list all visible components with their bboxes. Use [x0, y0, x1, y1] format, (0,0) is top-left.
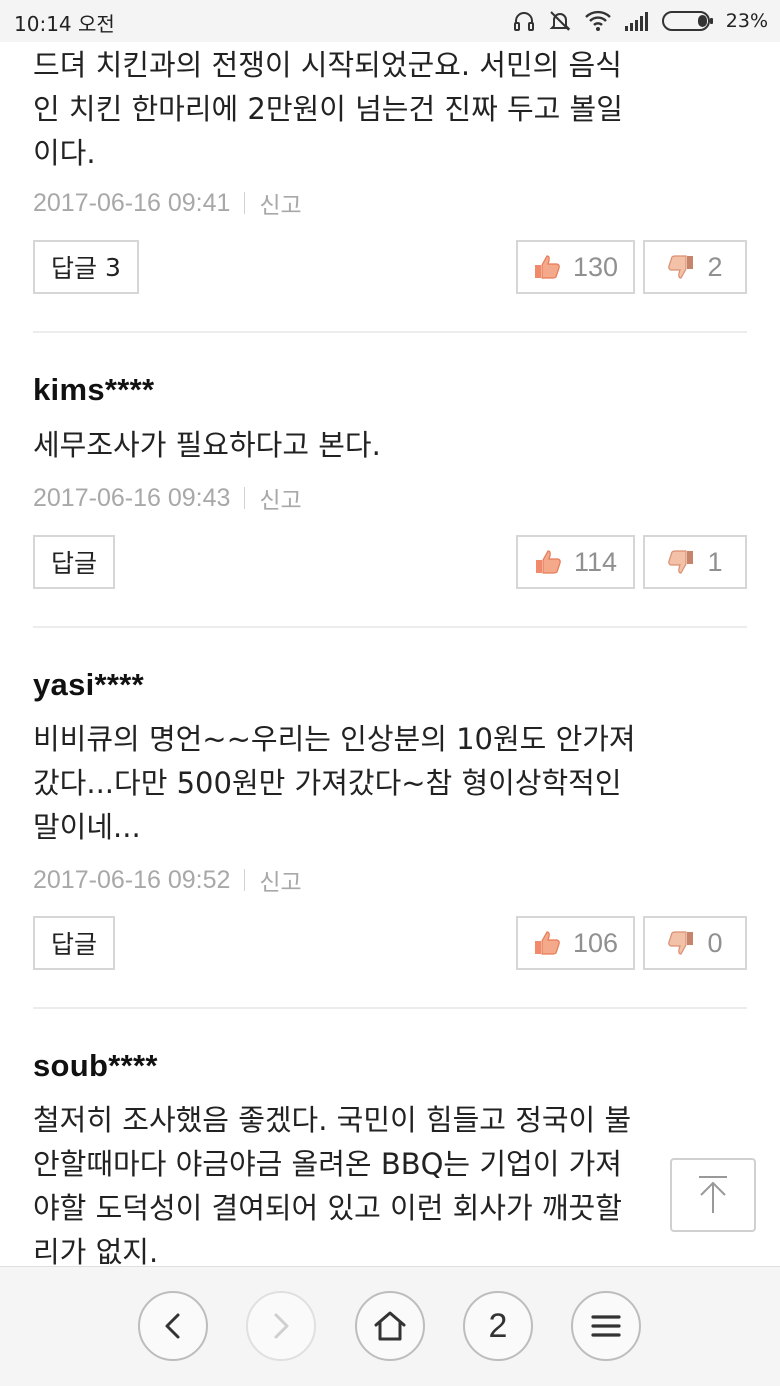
meta-separator: [244, 869, 246, 891]
tab-count: 2: [488, 1306, 508, 1345]
comment-text: 드뎌 치킨과의 전쟁이 시작되었군요. 서민의 음식 인 치킨 한마리에 2만원…: [33, 48, 623, 170]
dislike-count: 1: [707, 546, 723, 577]
home-icon: [374, 1311, 406, 1341]
like-button[interactable]: 130: [516, 240, 635, 294]
mute-icon: [549, 11, 571, 31]
thumbs-down-icon: [668, 931, 694, 955]
status-icons: 23%: [512, 7, 768, 35]
forward-icon: [274, 1313, 289, 1339]
comment-author: soub****: [33, 1048, 158, 1083]
divider: [33, 331, 747, 333]
divider: [33, 626, 747, 628]
reply-label: 답글: [51, 254, 98, 283]
comment-text: 비비큐의 명언~~우리는 인상분의 10원도 안가져 갔다...다만 500원만…: [33, 722, 636, 844]
dislike-count: 2: [707, 251, 723, 282]
like-count: 114: [573, 546, 618, 577]
battery-icon: [661, 11, 713, 31]
status-bar: 10:14 오전 23%: [0, 0, 780, 42]
reply-button[interactable]: 답글: [33, 916, 116, 970]
reply-button[interactable]: 답글: [33, 535, 116, 589]
battery-percentage: 23%: [725, 10, 768, 32]
headset-icon: [513, 12, 534, 31]
status-time: 10:14 오전: [14, 12, 115, 36]
report-link[interactable]: 신고: [259, 863, 301, 897]
home-button[interactable]: [355, 1291, 425, 1361]
back-icon: [165, 1313, 180, 1339]
dislike-button[interactable]: 2: [643, 240, 747, 294]
back-button[interactable]: [138, 1291, 208, 1361]
tabs-button[interactable]: 2: [463, 1291, 533, 1361]
comment-text: 세무조사가 필요하다고 본다.: [33, 428, 381, 462]
like-button[interactable]: 106: [516, 916, 635, 970]
like-button[interactable]: 114: [516, 535, 635, 589]
reply-label: 답글: [51, 930, 98, 959]
thumbs-up-icon: [534, 255, 560, 279]
dislike-button[interactable]: 0: [643, 916, 747, 970]
like-count: 130: [572, 251, 619, 282]
reply-button[interactable]: 답글 3: [33, 240, 139, 294]
meta-separator: [244, 487, 246, 509]
arrow-up-icon: [699, 1176, 727, 1213]
signal-icon: [624, 12, 648, 31]
scroll-to-top-button[interactable]: [670, 1158, 756, 1232]
comment-author: yasi****: [33, 667, 144, 702]
report-link[interactable]: 신고: [259, 186, 301, 220]
comment-author: kims****: [33, 372, 155, 407]
thumbs-up-icon: [534, 931, 560, 955]
comment-meta: 2017-06-16 09:43 신고: [33, 481, 302, 515]
comment-meta: 2017-06-16 09:52 신고: [33, 863, 302, 897]
comment-date: 2017-06-16 09:41: [33, 188, 231, 217]
reply-count: 3: [105, 252, 121, 282]
divider: [33, 1007, 747, 1009]
comment-date: 2017-06-16 09:52: [33, 865, 231, 894]
dislike-count: 0: [707, 927, 723, 958]
meta-separator: [244, 192, 246, 214]
reply-label: 답글: [51, 549, 98, 578]
like-count: 106: [572, 927, 619, 958]
thumbs-up-icon: [535, 550, 561, 574]
menu-button[interactable]: [571, 1291, 641, 1361]
forward-button[interactable]: [246, 1291, 316, 1361]
browser-bottom-bar: 2: [0, 1266, 780, 1386]
dislike-button[interactable]: 1: [643, 535, 747, 589]
report-link[interactable]: 신고: [259, 481, 301, 515]
menu-icon: [591, 1315, 621, 1337]
wifi-icon: [584, 10, 611, 31]
thumbs-down-icon: [668, 255, 694, 279]
comment-text: 철저히 조사했음 좋겠다. 국민이 힘들고 정국이 불 안할때마다 야금야금 올…: [33, 1103, 632, 1269]
thumbs-down-icon: [668, 550, 694, 574]
comment-date: 2017-06-16 09:43: [33, 483, 231, 512]
comment-meta: 2017-06-16 09:41 신고: [33, 186, 302, 220]
